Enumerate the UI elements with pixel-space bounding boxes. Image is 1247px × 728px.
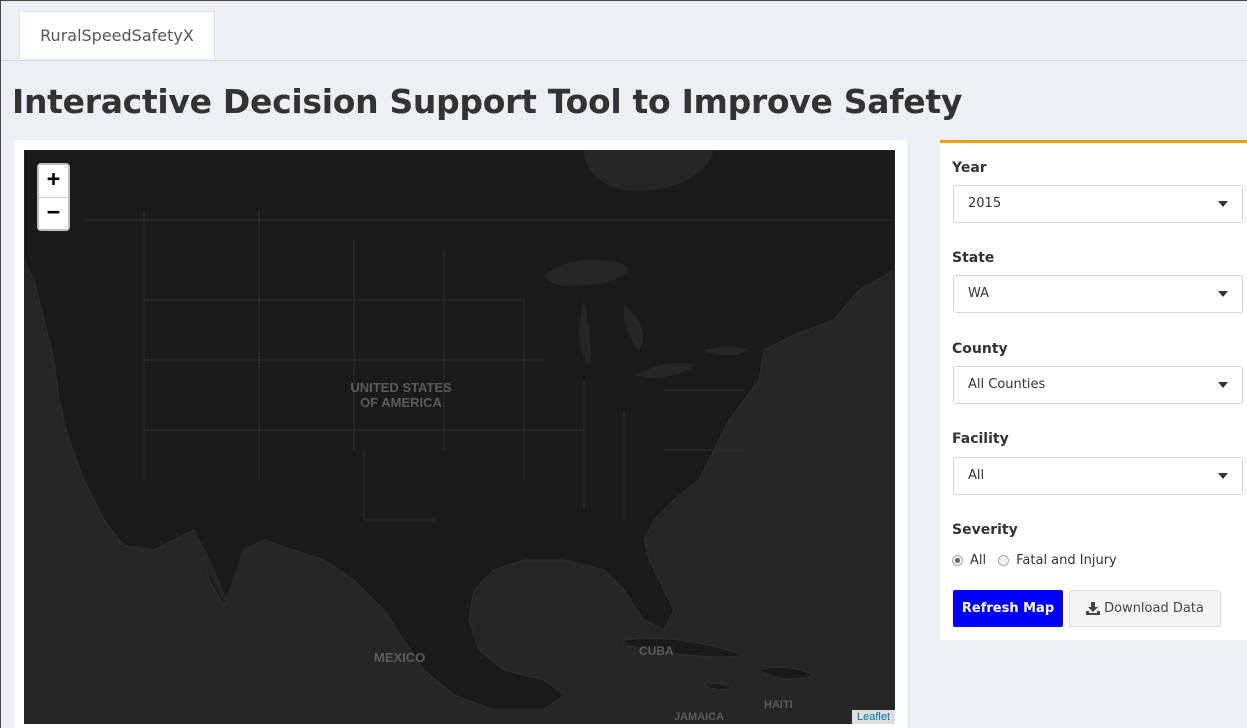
year-label: Year: [952, 160, 987, 176]
state-select[interactable]: WA: [953, 275, 1243, 313]
chevron-down-icon: [1218, 382, 1228, 388]
map-label-haiti: HAITI: [764, 699, 793, 711]
severity-fatal-injury-label[interactable]: Fatal and Injury: [1016, 553, 1117, 568]
year-select[interactable]: 2015: [953, 185, 1243, 223]
chevron-down-icon: [1218, 291, 1228, 297]
severity-all-label[interactable]: All: [970, 553, 986, 568]
map[interactable]: + − UNITED STATES OF AMERICA MEXICO CUBA…: [24, 150, 895, 724]
chevron-down-icon: [1218, 473, 1228, 479]
county-label: County: [952, 341, 1008, 357]
zoom-in-button[interactable]: +: [39, 165, 68, 198]
state-label: State: [952, 250, 995, 266]
zoom-out-button[interactable]: −: [39, 198, 68, 230]
chevron-down-icon: [1218, 201, 1228, 207]
county-value: All Counties: [968, 377, 1046, 392]
download-icon: [1086, 602, 1101, 615]
tab-ruralspeedsafetyx[interactable]: RuralSpeedSafetyX: [19, 11, 215, 59]
facility-select[interactable]: All: [953, 457, 1243, 495]
map-label-cuba: CUBA: [639, 644, 674, 658]
map-tiles: [24, 150, 895, 724]
year-value: 2015: [968, 196, 1002, 211]
download-data-button[interactable]: Download Data: [1069, 590, 1221, 627]
facility-value: All: [968, 468, 985, 483]
tab-bar: RuralSpeedSafetyX: [1, 1, 1247, 61]
page-title: Interactive Decision Support Tool to Imp…: [12, 82, 963, 121]
severity-radio-group: All Fatal and Injury: [952, 553, 1129, 568]
map-label-jamaica: JAMAICA: [674, 711, 725, 723]
state-value: WA: [968, 286, 990, 301]
facility-label: Facility: [952, 431, 1009, 447]
filter-panel: Year 2015 State WA County All Counties F…: [940, 140, 1247, 640]
county-select[interactable]: All Counties: [953, 366, 1243, 404]
map-label-mexico: MEXICO: [374, 650, 426, 665]
severity-fatal-injury-radio[interactable]: [998, 555, 1010, 566]
map-label-usa: UNITED STATES OF AMERICA: [350, 380, 452, 410]
refresh-map-button[interactable]: Refresh Map: [953, 590, 1063, 627]
severity-label: Severity: [952, 522, 1018, 538]
leaflet-attribution-link[interactable]: Leaflet: [851, 710, 895, 724]
download-data-label: Download Data: [1104, 601, 1204, 616]
zoom-control: + −: [37, 163, 70, 231]
severity-all-radio[interactable]: [952, 555, 963, 566]
